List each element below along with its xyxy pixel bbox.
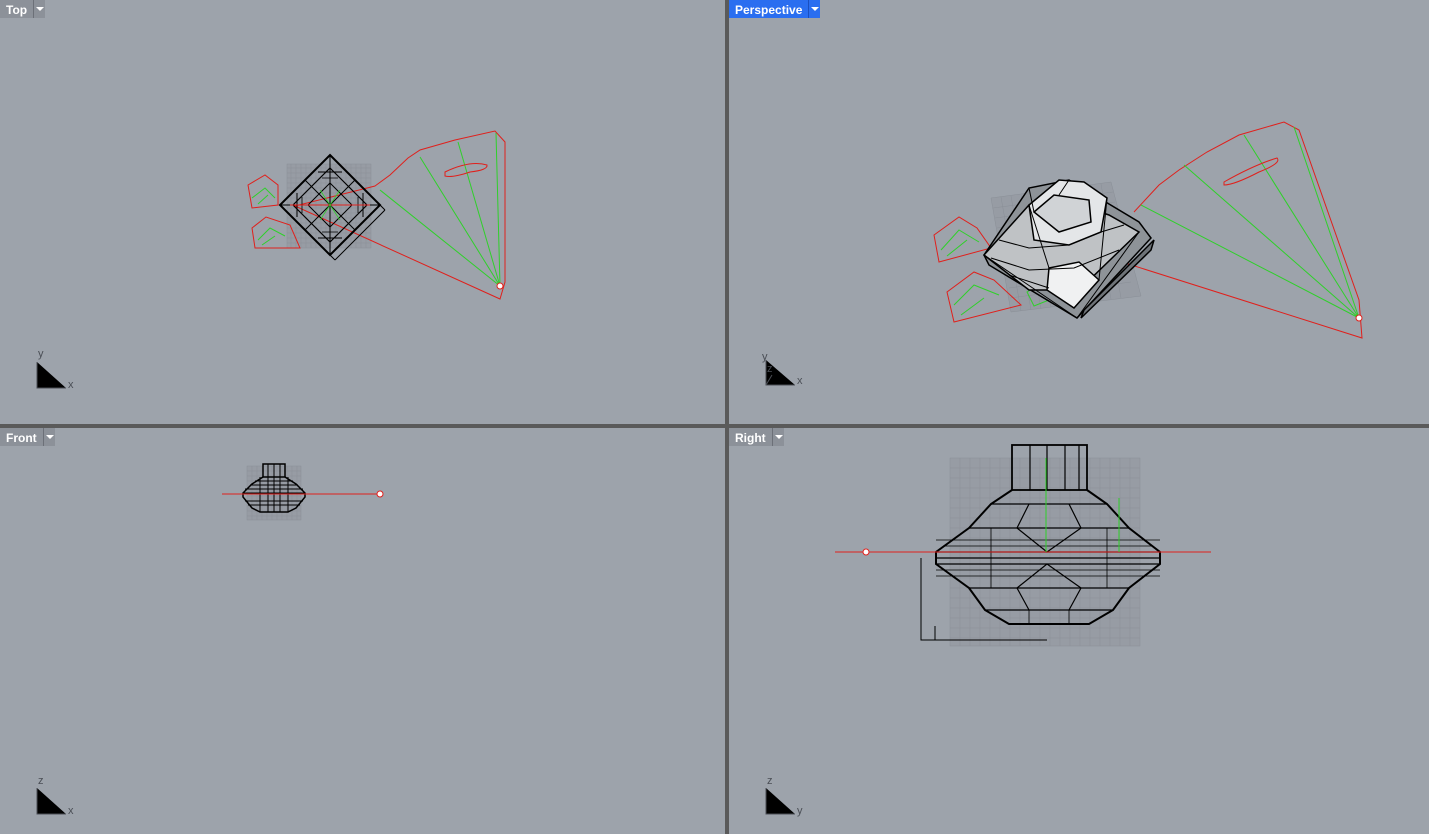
axis-label-x: x <box>68 805 74 817</box>
axis-label-y: y <box>762 351 768 363</box>
axis-label-z: z <box>38 775 44 787</box>
axis-label-y: y <box>797 805 803 817</box>
viewport-right[interactable]: Right y z <box>729 428 1429 834</box>
axis-label-x: x <box>797 375 803 387</box>
axis-indicator <box>36 362 66 389</box>
top-scene: x y <box>36 130 506 391</box>
section-line <box>222 490 384 498</box>
viewport-top[interactable]: Top x y <box>0 0 725 424</box>
viewport-front[interactable]: Front x z <box>0 428 725 834</box>
front-scene: x z <box>36 463 384 817</box>
viewport-perspective[interactable]: Perspective x y z <box>729 0 1429 424</box>
right-scene: y z <box>765 444 1211 817</box>
axis-label-z: z <box>767 775 773 787</box>
axis-label-z: z <box>767 363 773 375</box>
axis-label-y: y <box>38 348 44 360</box>
axis-indicator <box>36 788 66 815</box>
axis-label-x: x <box>68 379 74 391</box>
axis-indicator <box>765 788 795 815</box>
perspective-scene: x y z <box>762 121 1363 387</box>
